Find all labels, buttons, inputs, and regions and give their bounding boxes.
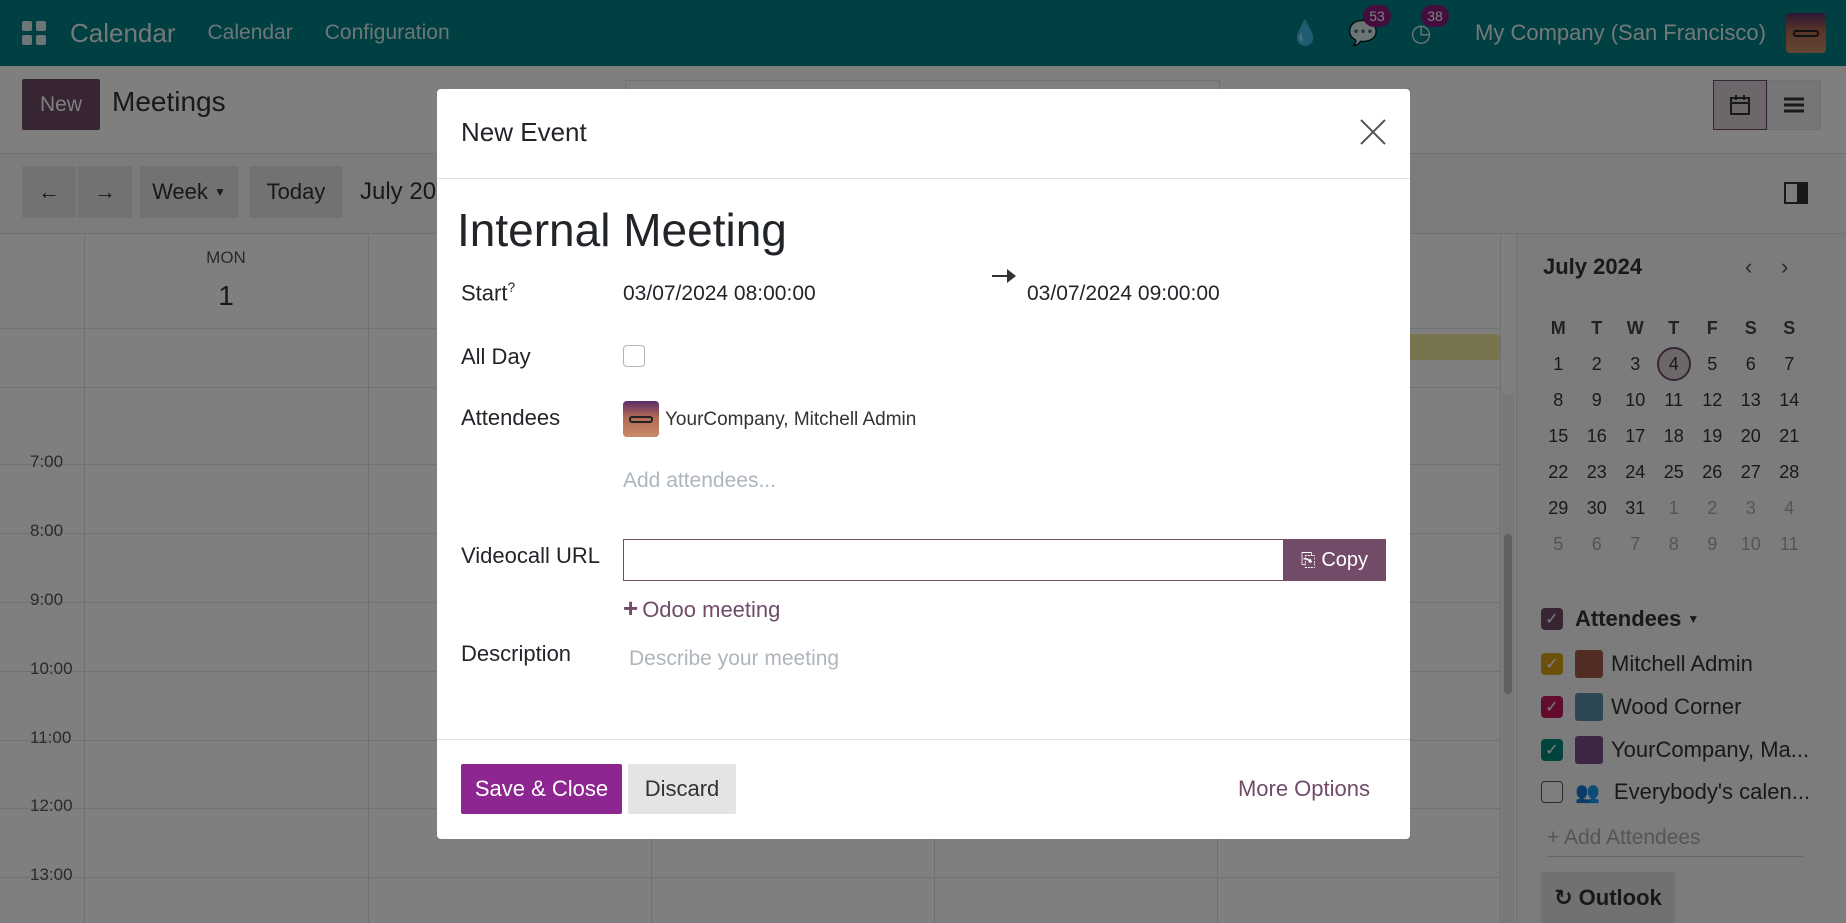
arrow-right-icon bbox=[992, 269, 1016, 283]
odoo-meeting-label: Odoo meeting bbox=[642, 597, 781, 622]
copy-button[interactable]: ⎘ Copy bbox=[1283, 539, 1386, 581]
new-event-dialog: New Event Internal Meeting Start? 03/07/… bbox=[437, 89, 1410, 839]
start-label-text: Start bbox=[461, 280, 508, 306]
copy-label: Copy bbox=[1321, 548, 1369, 571]
odoo-meeting-link[interactable]: + Odoo meeting bbox=[623, 593, 780, 624]
more-options-button[interactable]: More Options bbox=[1238, 776, 1370, 802]
modal-footer: Save & Close Discard More Options bbox=[437, 739, 1410, 839]
description-editor[interactable]: Describe your meeting bbox=[629, 647, 839, 671]
discard-button[interactable]: Discard bbox=[628, 764, 736, 814]
end-datetime-input[interactable]: 03/07/2024 09:00:00 bbox=[1027, 282, 1220, 306]
modal-title: New Event bbox=[461, 117, 587, 147]
plus-icon: + bbox=[623, 593, 639, 623]
add-attendees-field[interactable]: Add attendees... bbox=[623, 469, 776, 493]
start-datetime-input[interactable]: 03/07/2024 08:00:00 bbox=[623, 282, 816, 306]
save-close-button[interactable]: Save & Close bbox=[461, 764, 622, 814]
attendee-tag[interactable]: YourCompany, Mitchell Admin bbox=[665, 409, 916, 431]
event-name-input[interactable]: Internal Meeting bbox=[457, 203, 787, 257]
videocall-label: Videocall URL bbox=[461, 543, 601, 568]
allday-label: All Day bbox=[461, 344, 531, 369]
help-icon[interactable]: ? bbox=[507, 279, 515, 295]
copy-icon: ⎘ bbox=[1300, 549, 1316, 570]
allday-checkbox[interactable] bbox=[623, 345, 645, 367]
modal-header: New Event bbox=[437, 89, 1410, 179]
avatar bbox=[623, 401, 659, 437]
videocall-url-input[interactable] bbox=[623, 539, 1283, 581]
attendees-label: Attendees bbox=[461, 405, 561, 430]
close-icon[interactable] bbox=[1358, 117, 1388, 147]
start-label: Start? bbox=[461, 279, 515, 306]
description-label: Description bbox=[461, 641, 572, 666]
